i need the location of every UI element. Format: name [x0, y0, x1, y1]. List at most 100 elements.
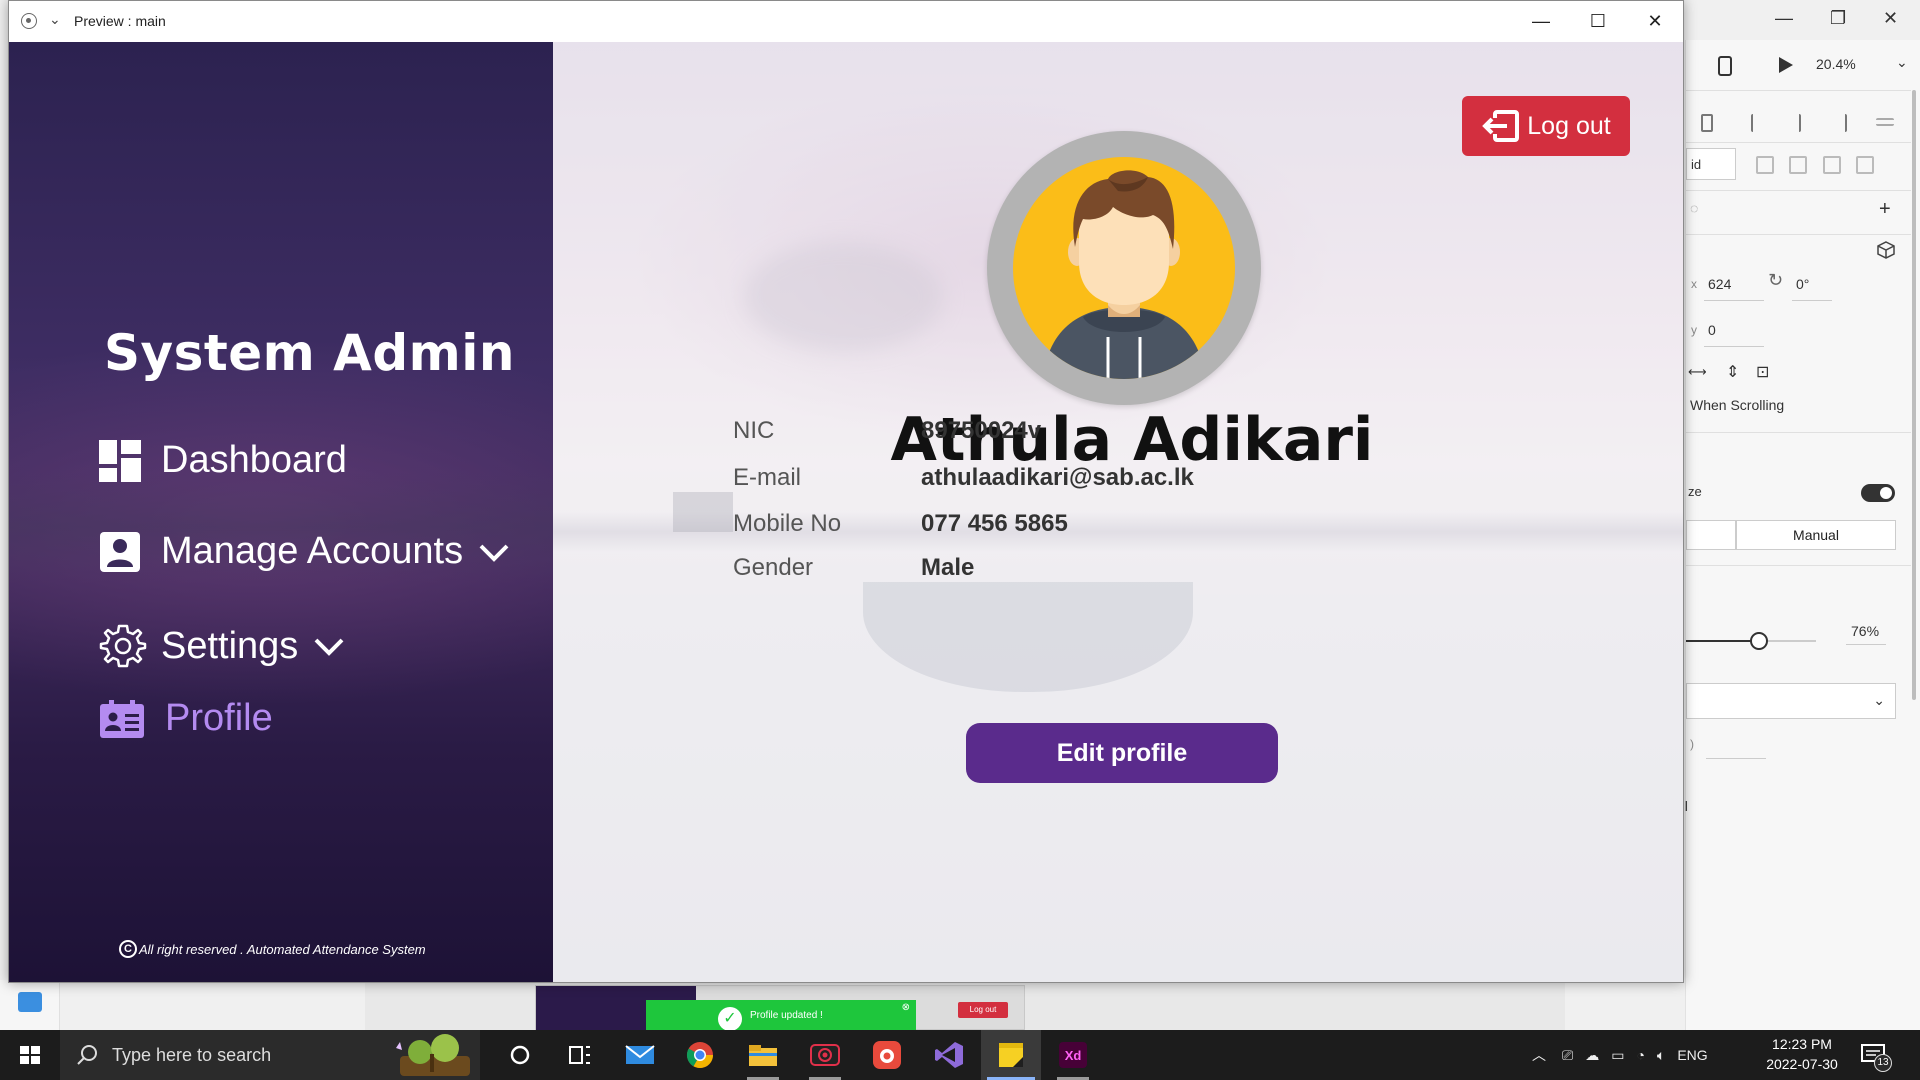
taskbar-adobe-xd[interactable]: Xd — [1043, 1030, 1103, 1080]
logout-icon — [1482, 110, 1520, 142]
boolean-intersect-icon[interactable] — [1823, 156, 1841, 174]
sticky-notes-icon — [999, 1043, 1023, 1067]
boolean-subtract-icon[interactable] — [1789, 156, 1807, 174]
edit-profile-button[interactable]: Edit profile — [966, 723, 1278, 783]
y-label: y — [1691, 323, 1697, 337]
gear-icon — [99, 624, 147, 668]
blend-mode-dropdown[interactable]: ⌄ — [1686, 683, 1896, 719]
volume-icon[interactable]: 🔈︎ — [1657, 1047, 1665, 1064]
search-highlight-icon — [396, 1034, 470, 1076]
copyright: C All right reserved . Automated Attenda… — [119, 940, 426, 958]
chrome-icon — [686, 1042, 714, 1069]
align-center-icon[interactable] — [1791, 114, 1801, 132]
y-field[interactable]: 0 — [1708, 322, 1716, 338]
minimize-button[interactable]: — — [1521, 7, 1561, 35]
taskbar-app-red[interactable] — [857, 1030, 917, 1080]
align-left-icon[interactable] — [1751, 114, 1769, 132]
manual-segment[interactable]: Manual — [1736, 520, 1896, 550]
boolean-add-icon[interactable] — [1756, 156, 1774, 174]
preview-window: ⌄ Preview : main — ☐ ✕ System Admin Dash… — [8, 0, 1684, 983]
cortana-button[interactable] — [490, 1030, 550, 1080]
chevron-down-icon[interactable]: ⌄ — [1896, 54, 1908, 71]
clock-date: 2022-07-30 — [1766, 1056, 1838, 1072]
folder-icon — [749, 1045, 777, 1066]
fix-height-icon[interactable]: ⇕ — [1726, 362, 1739, 382]
opacity-slider-track — [1686, 640, 1756, 642]
thumb-logout-button: Log out — [958, 1002, 1008, 1018]
preview-title: Preview : main — [74, 13, 166, 29]
field-value-gender: Male — [921, 554, 975, 581]
xd-home-icon[interactable] — [18, 992, 42, 1012]
nav-item-settings[interactable]: Settings — [99, 622, 346, 670]
start-button[interactable] — [0, 1030, 60, 1080]
repeat-grid-button[interactable]: id — [1686, 148, 1736, 180]
language-indicator[interactable]: ENG — [1677, 1047, 1707, 1063]
taskbar-mail[interactable] — [610, 1030, 670, 1080]
taskbar-screen-recorder[interactable] — [795, 1030, 855, 1080]
field-label-email: E-mail — [733, 464, 802, 491]
nav-label-profile: Profile — [165, 697, 273, 739]
svg-text:Xd: Xd — [1065, 1048, 1082, 1063]
field-label-mobile: Mobile No — [733, 510, 842, 537]
play-icon[interactable] — [1778, 56, 1794, 74]
task-view-icon — [569, 1046, 590, 1064]
sidebar-title: System Admin — [104, 324, 516, 382]
taskbar-sticky-notes[interactable] — [981, 1030, 1041, 1080]
nav-item-manage-accounts[interactable]: Manage Accounts — [99, 530, 511, 573]
id-card-icon — [100, 699, 144, 738]
nav-item-dashboard[interactable]: Dashboard — [99, 439, 347, 482]
taskbar-chrome[interactable] — [670, 1030, 730, 1080]
chevron-down-icon[interactable]: ⌄ — [49, 11, 61, 28]
sidebar: System Admin Dashboard Manage Accounts S… — [9, 42, 553, 982]
record-icon[interactable] — [21, 13, 37, 29]
align-top-icon[interactable] — [1876, 118, 1894, 126]
plus-icon[interactable]: + — [1879, 198, 1891, 221]
opacity-value[interactable]: 76% — [1851, 623, 1879, 639]
nav-label-dashboard: Dashboard — [161, 439, 347, 481]
zoom-level[interactable]: 20.4% — [1816, 56, 1856, 72]
distribute-icon[interactable] — [1701, 114, 1713, 132]
auto-segment[interactable] — [1686, 520, 1736, 550]
battery-icon[interactable]: ▭ — [1611, 1047, 1624, 1064]
responsive-icon[interactable]: ⊡ — [1756, 362, 1769, 382]
close-button[interactable]: ✕ — [1635, 7, 1675, 35]
avatar — [987, 131, 1261, 405]
check-icon: ✓ — [718, 1007, 742, 1031]
align-right-icon[interactable] — [1829, 114, 1847, 132]
wifi-icon[interactable]: ◔ — [1636, 1047, 1644, 1063]
taskbar-search[interactable]: Type here to search — [60, 1030, 480, 1080]
xd-close-button[interactable]: ✕ — [1883, 8, 1898, 29]
xd-artboard-thumbnail[interactable]: ✓ Profile updated ! ⊗ Log out — [535, 985, 1025, 1031]
taskbar-file-explorer[interactable] — [733, 1030, 793, 1080]
boolean-exclude-icon[interactable] — [1856, 156, 1874, 174]
xd-restore-button[interactable]: ❐ — [1830, 8, 1846, 29]
maximize-button[interactable]: ☐ — [1578, 7, 1618, 35]
device-icon[interactable] — [1718, 56, 1732, 76]
opacity-slider-knob[interactable] — [1750, 632, 1768, 650]
chevron-down-icon — [479, 544, 509, 562]
logout-button[interactable]: Log out — [1462, 96, 1630, 156]
recorder-icon — [810, 1044, 840, 1066]
rotation-field[interactable]: 0° — [1796, 276, 1809, 292]
3d-transform-icon[interactable] — [1876, 240, 1896, 260]
chevron-up-icon[interactable]: ︿ — [1532, 1045, 1546, 1065]
taskbar-visual-studio[interactable] — [919, 1030, 979, 1080]
appearance-marker: ) — [1690, 737, 1694, 751]
nav-item-profile[interactable]: Profile — [99, 697, 273, 740]
field-value-mobile: 077 456 5865 — [921, 510, 1068, 537]
dashboard-icon — [99, 439, 141, 482]
task-view-button[interactable] — [550, 1030, 610, 1080]
onedrive-icon[interactable]: ☁ — [1585, 1047, 1599, 1064]
taskbar-clock[interactable]: 12:23 PM 2022-07-30 — [1754, 1034, 1850, 1074]
field-value-email: athulaadikari@sab.ac.lk — [921, 464, 1194, 491]
cortana-icon — [510, 1045, 530, 1065]
x-field[interactable]: 624 — [1708, 276, 1731, 292]
xd-minimize-button[interactable]: — — [1775, 8, 1793, 29]
system-tray: ︿ ⎚ ☁ ▭ ◔ 🔈︎ ENG — [1532, 1030, 1708, 1080]
meet-now-icon[interactable]: ⎚ — [1562, 1047, 1573, 1064]
visual-studio-icon — [935, 1042, 963, 1068]
xd-left-toolbar — [0, 980, 60, 1030]
responsive-resize-toggle[interactable] — [1861, 484, 1895, 502]
fix-width-icon[interactable]: ⟷ — [1688, 364, 1707, 380]
notification-center-button[interactable]: 13 — [1860, 1042, 1892, 1072]
